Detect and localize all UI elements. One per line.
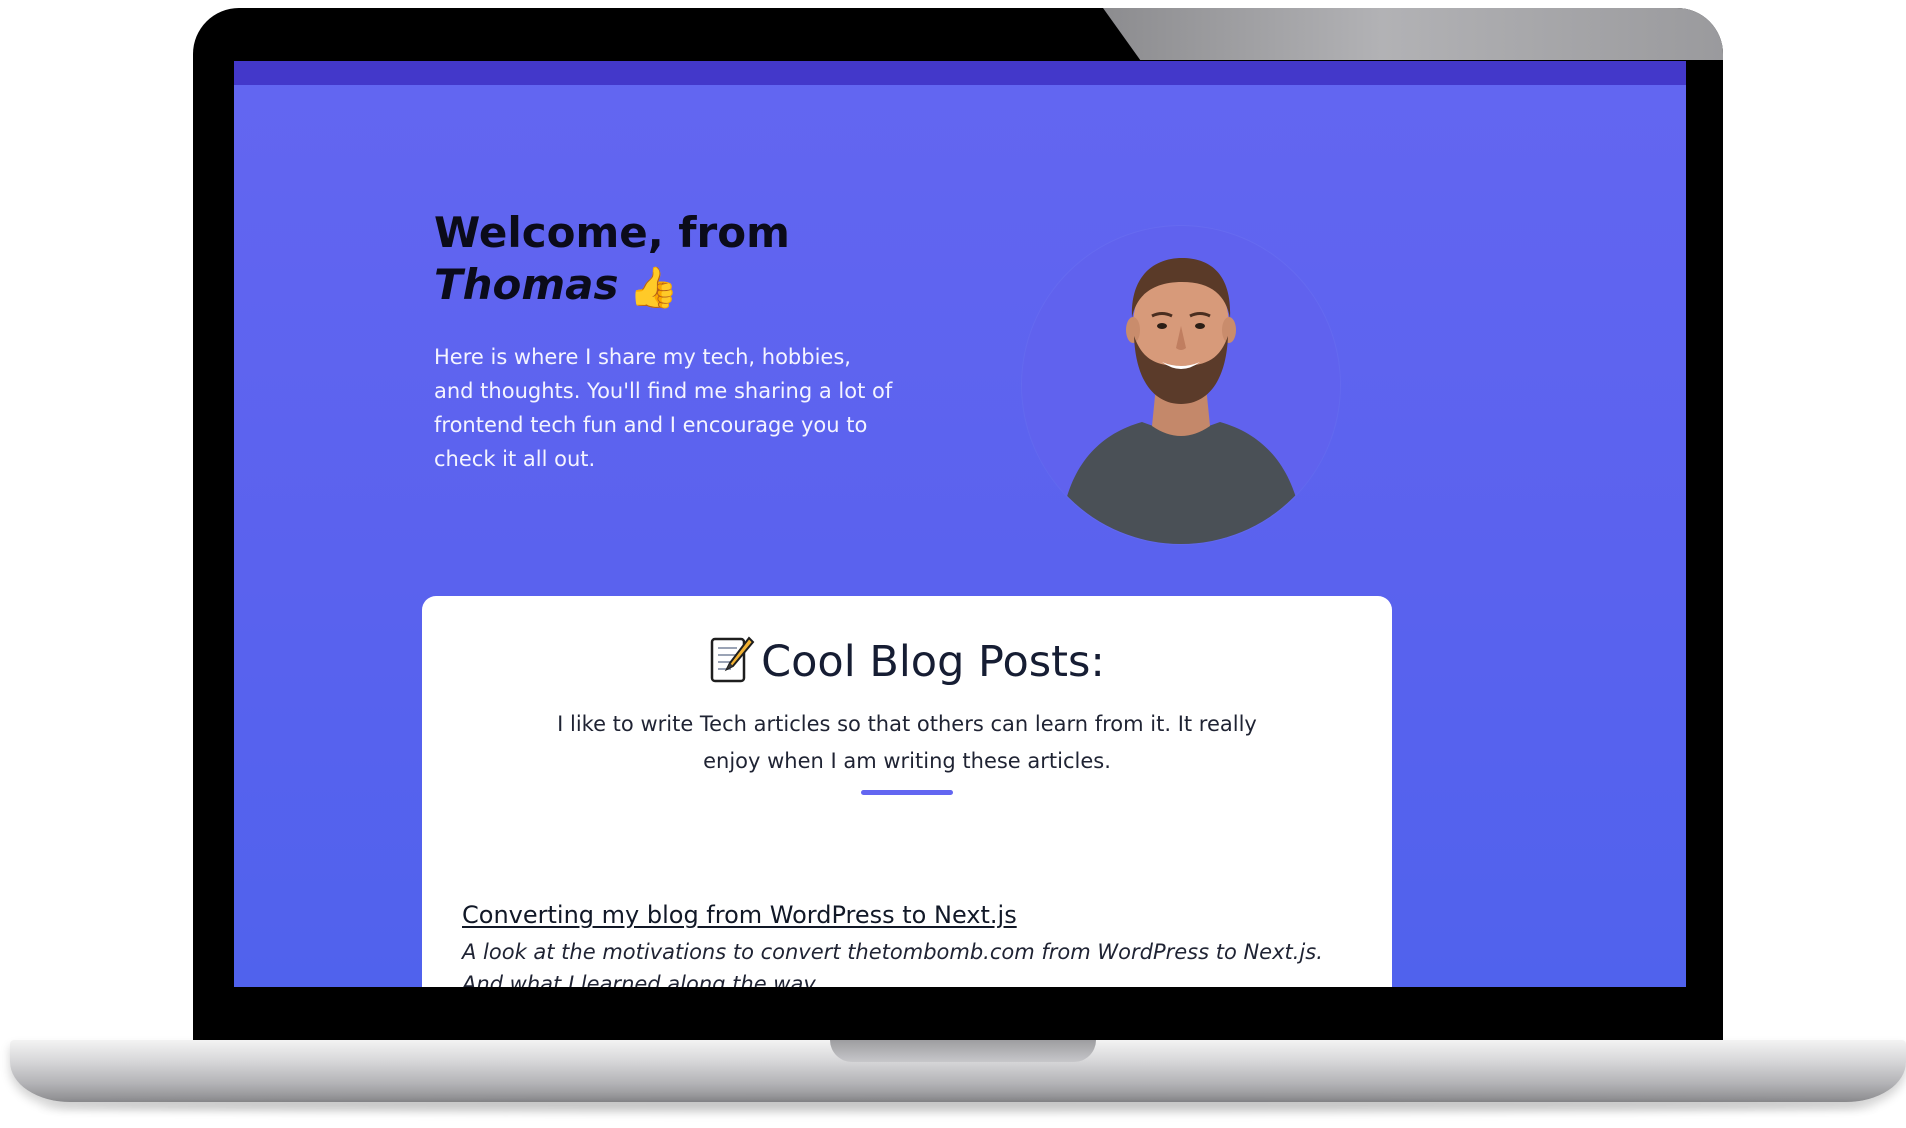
hero-description: Here is where I share my tech, hobbies, …	[434, 345, 893, 471]
avatar	[1022, 226, 1340, 544]
hero-title: Welcome, from Thomas 👍	[434, 207, 790, 314]
profile-photo-icon	[1060, 258, 1304, 544]
hero-title-name: Thomas	[434, 260, 619, 309]
hero-title-prefix: Welcome, from	[434, 208, 790, 257]
blog-posts-card: Cool Blog Posts: I like to write Tech ar…	[422, 596, 1392, 987]
blog-post-title-link[interactable]: Converting my blog from WordPress to Nex…	[462, 899, 1017, 931]
blog-heading-text: Cool Blog Posts:	[761, 637, 1105, 687]
blog-intro-text: I like to write Tech articles so that ot…	[557, 712, 1257, 773]
blog-section-heading: Cool Blog Posts:	[422, 634, 1392, 690]
laptop-shadow	[40, 1100, 1876, 1114]
thumbs-up-icon: 👍	[628, 265, 679, 311]
lid-glare	[1103, 8, 1723, 60]
laptop-mockup: Welcome, from Thomas 👍 Here is where I sh…	[0, 0, 1906, 1128]
section-divider	[861, 790, 953, 795]
browser-viewport[interactable]: Welcome, from Thomas 👍 Here is where I sh…	[234, 61, 1686, 987]
laptop-hinge-notch	[830, 1040, 1096, 1062]
blog-post-description: A look at the motivations to convert the…	[462, 940, 1323, 987]
memo-icon	[710, 636, 755, 683]
top-navigation-bar	[234, 61, 1686, 85]
